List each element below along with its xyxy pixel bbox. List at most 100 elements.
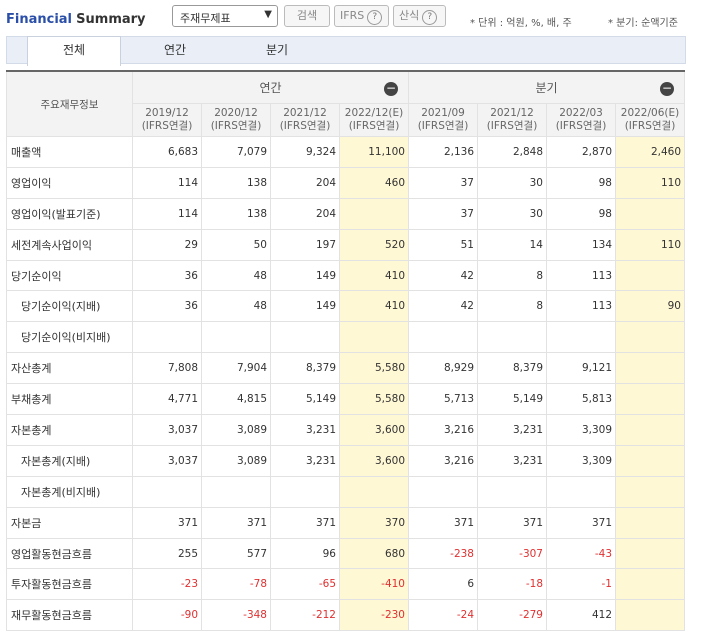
value-cell: 460 bbox=[339, 166, 409, 199]
value-cell bbox=[615, 475, 685, 508]
row-label: 당기순이익 bbox=[6, 259, 133, 292]
value-cell: 520 bbox=[339, 228, 409, 261]
period-basis: (IFRS연결) bbox=[624, 120, 676, 132]
value-cell: 371 bbox=[546, 506, 616, 539]
row-label: 자본총계(지배) bbox=[6, 444, 133, 477]
period-header: 2021/12 (IFRS연결) bbox=[270, 103, 340, 137]
value-cell bbox=[408, 475, 478, 508]
value-cell: 5,149 bbox=[270, 383, 340, 416]
value-cell: 3,089 bbox=[201, 414, 271, 446]
formula-help-button[interactable]: 산식? bbox=[393, 5, 446, 27]
period-basis: (IFRS연결) bbox=[210, 120, 262, 132]
value-cell: 4,815 bbox=[201, 383, 271, 416]
value-cell bbox=[615, 506, 685, 539]
table-row: 영업이익 114 138 204 460 37 30 98 110 bbox=[6, 166, 685, 199]
value-cell: 3,309 bbox=[546, 414, 616, 446]
collapse-quarter-icon[interactable]: − bbox=[660, 82, 674, 96]
value-cell: 2,870 bbox=[546, 136, 616, 168]
value-cell: 8,379 bbox=[270, 352, 340, 385]
value-cell: 14 bbox=[477, 228, 547, 261]
value-cell bbox=[477, 475, 547, 508]
value-cell: 371 bbox=[270, 506, 340, 539]
value-cell: 3,037 bbox=[132, 414, 202, 446]
value-cell: 197 bbox=[270, 228, 340, 261]
search-button[interactable]: 검색 bbox=[284, 5, 330, 27]
value-cell: 29 bbox=[132, 228, 202, 261]
value-cell bbox=[201, 321, 271, 354]
table-row: 세전계속사업이익 29 50 197 520 51 14 134 110 bbox=[6, 228, 685, 261]
value-cell bbox=[615, 383, 685, 416]
value-cell: 48 bbox=[201, 259, 271, 292]
row-label: 영업이익 bbox=[6, 166, 133, 199]
period-header: 2022/12(E) (IFRS연결) bbox=[339, 103, 409, 137]
period-header: 2021/12 (IFRS연결) bbox=[477, 103, 547, 137]
value-cell bbox=[132, 475, 202, 508]
tab-all[interactable]: 전체 bbox=[27, 36, 121, 66]
collapse-annual-icon[interactable]: − bbox=[384, 82, 398, 96]
financial-summary-table: 주요재무정보 연간 − 분기 − 2019/12 (IFRS연결) 2020/12(… bbox=[6, 70, 685, 632]
value-cell bbox=[615, 321, 685, 354]
value-cell bbox=[546, 321, 616, 354]
period-tabs: 전체 연간 분기 bbox=[6, 36, 686, 66]
row-label: 자본총계(비지배) bbox=[6, 475, 133, 508]
period-basis: (IFRS연결) bbox=[417, 120, 469, 132]
row-label: 당기순이익(지배) bbox=[6, 290, 133, 323]
value-cell: 11,100 bbox=[339, 136, 409, 168]
value-cell bbox=[615, 197, 685, 230]
table-row: 자산총계 7,808 7,904 8,379 5,580 8,929 8,379 9,121 bbox=[6, 352, 685, 385]
table-row: 자본금 371 371 371 370 371 371 371 bbox=[6, 506, 685, 539]
value-cell: 7,904 bbox=[201, 352, 271, 385]
value-cell bbox=[132, 321, 202, 354]
row-label: 재무활동현금흐름 bbox=[6, 599, 133, 632]
value-cell: 30 bbox=[477, 197, 547, 230]
chevron-down-icon: ▼ bbox=[264, 9, 272, 20]
value-cell: 110 bbox=[615, 166, 685, 199]
value-cell: -43 bbox=[546, 537, 616, 570]
table-row: 영업활동현금흐름 255 577 96 680 -238 -307 -43 bbox=[6, 537, 685, 570]
value-cell: 3,231 bbox=[270, 444, 340, 477]
row-label: 부채총계 bbox=[6, 383, 133, 416]
tab-annual[interactable]: 연간 bbox=[129, 37, 221, 64]
value-cell: 6,683 bbox=[132, 136, 202, 168]
value-cell: -410 bbox=[339, 568, 409, 601]
value-cell: 98 bbox=[546, 166, 616, 199]
row-label: 세전계속사업이익 bbox=[6, 228, 133, 261]
ifrs-help-button[interactable]: IFRS? bbox=[334, 5, 389, 27]
value-cell: 2,136 bbox=[408, 136, 478, 168]
value-cell bbox=[270, 321, 340, 354]
period-basis: (IFRS연결) bbox=[348, 120, 400, 132]
select-value: 주재무제표 bbox=[180, 12, 231, 25]
value-cell: 114 bbox=[132, 166, 202, 199]
value-cell: 8 bbox=[477, 290, 547, 323]
table-row: 부채총계 4,771 4,815 5,149 5,580 5,713 5,149 5,813 bbox=[6, 383, 685, 416]
value-cell bbox=[546, 475, 616, 508]
value-cell: 138 bbox=[201, 166, 271, 199]
value-cell: 3,309 bbox=[546, 444, 616, 477]
value-cell: -23 bbox=[132, 568, 202, 601]
period-date: 2020/12 bbox=[214, 107, 258, 119]
value-cell: 36 bbox=[132, 290, 202, 323]
value-cell bbox=[615, 259, 685, 292]
period-date: 2019/12 bbox=[145, 107, 189, 119]
value-cell: 50 bbox=[201, 228, 271, 261]
quarter-group-header: 분기 − bbox=[408, 70, 685, 104]
value-cell: -230 bbox=[339, 599, 409, 632]
value-cell: 8 bbox=[477, 259, 547, 292]
value-cell bbox=[201, 475, 271, 508]
value-cell: 3,600 bbox=[339, 444, 409, 477]
value-cell bbox=[615, 568, 685, 601]
value-cell: 36 bbox=[132, 259, 202, 292]
value-cell: -238 bbox=[408, 537, 478, 570]
value-cell: -307 bbox=[477, 537, 547, 570]
value-cell bbox=[270, 475, 340, 508]
tab-quarter[interactable]: 분기 bbox=[231, 37, 323, 64]
statement-type-select[interactable]: 주재무제표 ▼ bbox=[172, 5, 278, 27]
value-cell: 113 bbox=[546, 259, 616, 292]
table-row: 당기순이익 36 48 149 410 42 8 113 bbox=[6, 259, 685, 292]
value-cell bbox=[615, 537, 685, 570]
section-title: Financial Summary bbox=[6, 12, 146, 27]
table-row: 투자활동현금흐름 -23 -78 -65 -410 6 -18 -1 bbox=[6, 568, 685, 601]
row-label: 영업이익(발표기준) bbox=[6, 197, 133, 230]
row-label: 매출액 bbox=[6, 136, 133, 168]
table-row: 자본총계 3,037 3,089 3,231 3,600 3,216 3,231 3,309 bbox=[6, 414, 685, 446]
